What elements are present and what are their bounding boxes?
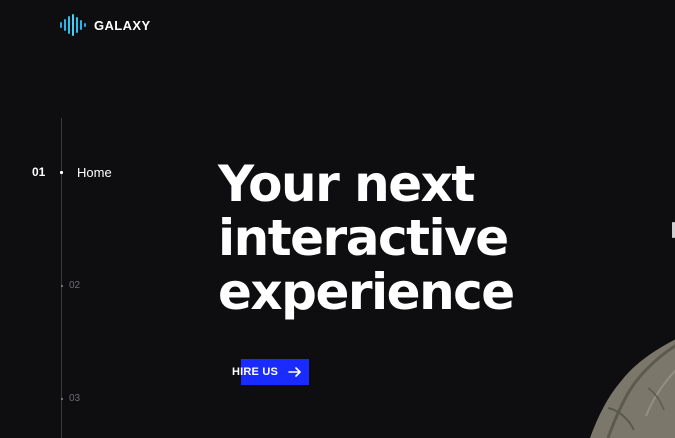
hero-heading: Your next interactive experience	[218, 155, 515, 321]
nav-item-02[interactable]: 02	[69, 280, 80, 291]
hire-us-label: HIRE US	[231, 366, 279, 378]
hero-line: Your next	[218, 155, 475, 213]
nav-dot	[61, 285, 63, 287]
brand-name: GALAXY	[94, 17, 151, 33]
nav-item-03[interactable]: 03	[69, 393, 80, 404]
arrow-right-icon	[288, 367, 301, 377]
nav-active-marker	[60, 171, 63, 174]
hero-line: experience	[218, 263, 515, 321]
hire-us-button[interactable]: HIRE US	[232, 359, 309, 385]
audio-wave-logo-icon	[60, 14, 86, 36]
nav-item-home[interactable]: Home	[77, 165, 112, 180]
brand-logo[interactable]: GALAXY	[60, 14, 151, 36]
nav-dot	[61, 398, 63, 400]
nav-progress-rail	[61, 118, 62, 438]
hero-person-image	[590, 339, 675, 438]
nav-active-number: 01	[32, 165, 46, 179]
hero-line: interactive	[218, 209, 509, 267]
